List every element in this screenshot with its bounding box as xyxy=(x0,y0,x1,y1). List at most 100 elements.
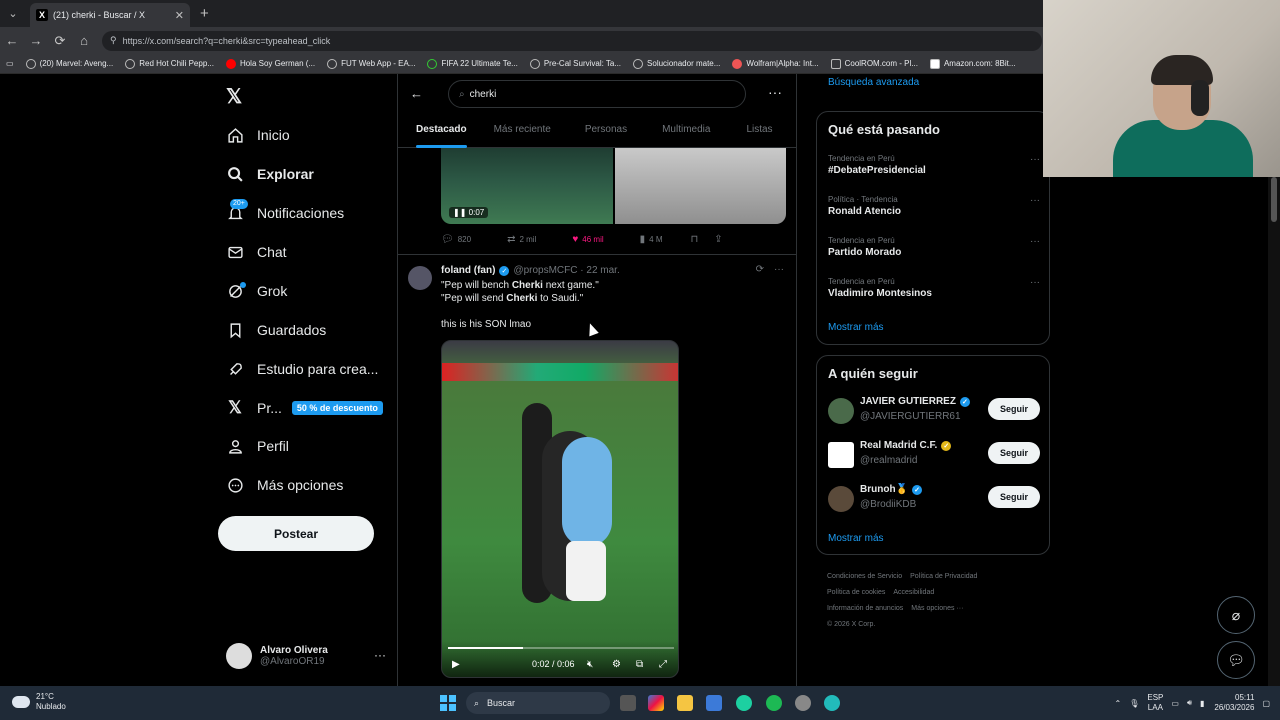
more-dots-icon[interactable]: ··· xyxy=(1030,236,1040,247)
nav-item-creator-studio[interactable]: Estudio para crea... xyxy=(226,360,378,378)
grok-icon[interactable]: ⟳ xyxy=(756,264,764,275)
nav-item-explore[interactable]: Explorar xyxy=(226,165,314,183)
more-dots-icon[interactable]: ··· xyxy=(1030,154,1040,165)
tweet-date[interactable]: 22 mar. xyxy=(586,265,619,276)
video-progress-bar[interactable] xyxy=(448,647,674,649)
nav-item-notifications[interactable]: 20+ Notificaciones xyxy=(226,199,344,222)
bookmark-item[interactable]: Red Hot Chili Pepp... xyxy=(119,58,220,69)
previous-tweet-media[interactable]: ❚❚ 0:07 xyxy=(441,148,786,224)
app-icon[interactable] xyxy=(824,695,840,711)
more-dots-icon[interactable]: ··· xyxy=(374,648,386,662)
back-arrow-icon[interactable]: ← xyxy=(410,86,423,101)
bookmark-item[interactable]: FUT Web App - EA... xyxy=(321,58,421,69)
nav-item-premium[interactable]: 𝕏 Pr... 50 % de descuento xyxy=(226,398,383,417)
tweet-video[interactable]: ▶ 0:02 / 0:06 🔇︎ ⚙ ⧉ ⤢ xyxy=(441,340,679,678)
store-icon[interactable] xyxy=(706,695,722,711)
show-more-follow-link[interactable]: Mostrar más xyxy=(828,533,884,544)
repost-button[interactable]: ⇄ 2 mil xyxy=(507,234,536,245)
settings-icon[interactable]: ⚙ xyxy=(612,659,621,670)
spotify-icon[interactable] xyxy=(766,695,782,711)
forward-button[interactable]: → xyxy=(24,29,48,53)
nav-item-home[interactable]: Inicio xyxy=(226,126,290,144)
footer-link[interactable]: Política de Privacidad xyxy=(910,573,977,580)
nav-item-bookmarks[interactable]: Guardados xyxy=(226,321,326,339)
bookmark-item[interactable]: Amazon.com: 8Bit... xyxy=(924,58,1022,69)
back-button[interactable]: ← xyxy=(0,29,24,53)
bookmarks-menu-icon[interactable]: ▭ xyxy=(0,59,20,68)
nav-item-profile[interactable]: Perfil xyxy=(226,437,289,455)
footer-link[interactable]: Más opciones ··· xyxy=(911,605,963,612)
edge-icon[interactable] xyxy=(736,695,752,711)
trend-item[interactable]: Tendencia en Perú Vladimiro Montesinos ·… xyxy=(828,277,1040,299)
video-thumbnail[interactable]: ❚❚ 0:07 xyxy=(441,148,613,224)
scrollbar-thumb[interactable] xyxy=(1271,177,1277,222)
more-dots-icon[interactable]: ··· xyxy=(1030,195,1040,206)
footer-link[interactable]: Accesibilidad xyxy=(893,589,934,596)
show-more-trends-link[interactable]: Mostrar más xyxy=(828,322,884,333)
nav-item-chat[interactable]: Chat xyxy=(226,243,287,261)
share-button[interactable]: ⇪ xyxy=(714,234,726,245)
bookmark-item[interactable]: FIFA 22 Ultimate Te... xyxy=(421,58,523,69)
notifications-icon[interactable]: ▢ xyxy=(1262,699,1270,708)
tweet-author-name[interactable]: foland (fan) xyxy=(441,265,495,276)
mute-icon[interactable]: 🔇︎ xyxy=(587,659,593,670)
reload-button[interactable]: ⟳ xyxy=(48,29,72,53)
follow-suggestion[interactable]: JAVIER GUTIERREZ ✓ @JAVIERGUTIERR61 Segui… xyxy=(828,394,1040,430)
fullscreen-icon[interactable]: ⤢ xyxy=(659,659,667,670)
nav-item-grok[interactable]: Grok xyxy=(226,282,287,300)
pip-icon[interactable]: ⧉ xyxy=(636,659,643,670)
follow-suggestion[interactable]: Brunoh🥇 ✓ @BrodiiKDB Seguir xyxy=(828,482,1040,518)
tab-media[interactable]: Multimedia xyxy=(662,118,710,147)
more-dots-icon[interactable]: ··· xyxy=(1030,277,1040,288)
home-button[interactable]: ⌂ xyxy=(72,29,96,53)
tab-featured[interactable]: Destacado xyxy=(416,118,467,148)
bookmark-item[interactable]: Solucionador mate... xyxy=(627,58,726,69)
trend-item[interactable]: Tendencia en Perú Partido Morado ··· xyxy=(828,236,1040,258)
tweet-author-handle[interactable]: @propsMCFC xyxy=(513,265,577,276)
footer-link[interactable]: Política de cookies xyxy=(827,589,885,596)
like-button[interactable]: ♥ 46 mil xyxy=(572,234,603,245)
copilot-icon[interactable] xyxy=(648,695,664,711)
tab-list-button[interactable]: ⌄ xyxy=(0,0,26,27)
x-logo-icon[interactable]: 𝕏 xyxy=(226,84,242,109)
browser-tab[interactable]: X (21) cherki - Buscar / X ✕ xyxy=(30,3,190,27)
trend-item[interactable]: Política · Tendencia Ronald Atencio ··· xyxy=(828,195,1040,217)
network-icon[interactable]: ▭ xyxy=(1171,699,1179,708)
taskbar-search[interactable]: ⌕ Buscar xyxy=(466,692,610,714)
close-tab-icon[interactable]: ✕ xyxy=(175,9,184,22)
volume-icon[interactable]: 🔊︎ xyxy=(1187,698,1192,708)
follow-button[interactable]: Seguir xyxy=(988,398,1040,420)
tab-lists[interactable]: Listas xyxy=(746,118,772,147)
follow-button[interactable]: Seguir xyxy=(988,442,1040,464)
start-button[interactable] xyxy=(440,695,456,711)
tab-people[interactable]: Personas xyxy=(585,118,627,147)
tab-latest[interactable]: Más reciente xyxy=(494,118,551,147)
microphone-icon[interactable]: 🎙︎ xyxy=(1129,699,1139,708)
grok-fab-button[interactable]: ⌀ xyxy=(1217,596,1255,634)
bookmark-item[interactable]: Hola Soy German (... xyxy=(220,58,321,69)
task-view-icon[interactable] xyxy=(620,695,636,711)
site-info-icon[interactable]: ⚲ xyxy=(110,35,117,46)
language-indicator[interactable]: ESP LAA xyxy=(1147,693,1163,713)
new-tab-button[interactable]: + xyxy=(200,5,209,22)
footer-link[interactable]: Información de anuncios xyxy=(827,605,903,612)
bookmark-item[interactable]: CoolROM.com - Pl... xyxy=(825,58,924,69)
file-explorer-icon[interactable] xyxy=(677,695,693,711)
bookmark-item[interactable]: Wolfram|Alpha: Int... xyxy=(726,58,824,69)
nav-item-more[interactable]: Más opciones xyxy=(226,476,343,494)
footer-link[interactable]: Condiciones de Servicio xyxy=(827,573,902,580)
bookmark-item[interactable]: Pre-Cal Survival: Ta... xyxy=(524,58,627,69)
chat-fab-button[interactable]: 💬︎ xyxy=(1217,641,1255,679)
search-input[interactable]: ⌕ cherki xyxy=(448,80,746,108)
trend-item[interactable]: Tendencia en Perú #DebatePresidencial ··… xyxy=(828,154,1040,176)
address-bar[interactable]: ⚲ https://x.com/search?q=cherki&src=type… xyxy=(102,30,1042,51)
advanced-search-link[interactable]: Búsqueda avanzada xyxy=(828,77,919,88)
weather-widget[interactable]: 21°C Nublado xyxy=(12,692,66,712)
battery-icon[interactable]: ▮ xyxy=(1200,699,1204,708)
search-options-icon[interactable]: ··· xyxy=(768,84,782,100)
avatar[interactable] xyxy=(408,266,432,290)
bookmark-item[interactable]: (20) Marvel: Aveng... xyxy=(20,58,120,69)
page-scrollbar[interactable] xyxy=(1268,177,1280,686)
bookmark-button[interactable]: ⊓ xyxy=(690,234,702,245)
views-button[interactable]: ▮ 4 M xyxy=(640,234,663,245)
